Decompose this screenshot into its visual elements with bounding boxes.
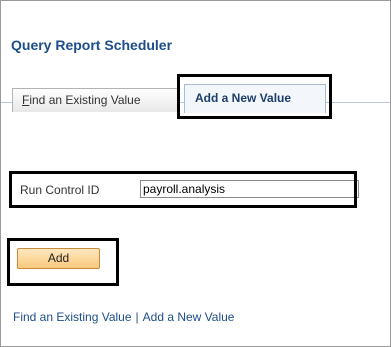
page-title: Query Report Scheduler [11,37,173,53]
add-button[interactable]: Add [17,248,100,269]
footer-find-existing-link[interactable]: Find an Existing Value [13,310,132,324]
page-frame: Query Report Scheduler Find an Existing … [0,0,391,347]
footer-add-new-link[interactable]: Add a New Value [143,310,235,324]
run-control-label: Run Control ID [20,183,100,197]
run-control-id-input[interactable] [140,180,359,198]
footer-separator: | [135,310,139,324]
footer-links: Find an Existing Value | Add a New Value [13,310,234,324]
tab-find-label: ind an Existing Value [29,93,141,107]
tab-find-existing-value[interactable]: Find an Existing Value [12,88,179,112]
tab-add-new-value[interactable]: Add a New Value [184,84,326,113]
